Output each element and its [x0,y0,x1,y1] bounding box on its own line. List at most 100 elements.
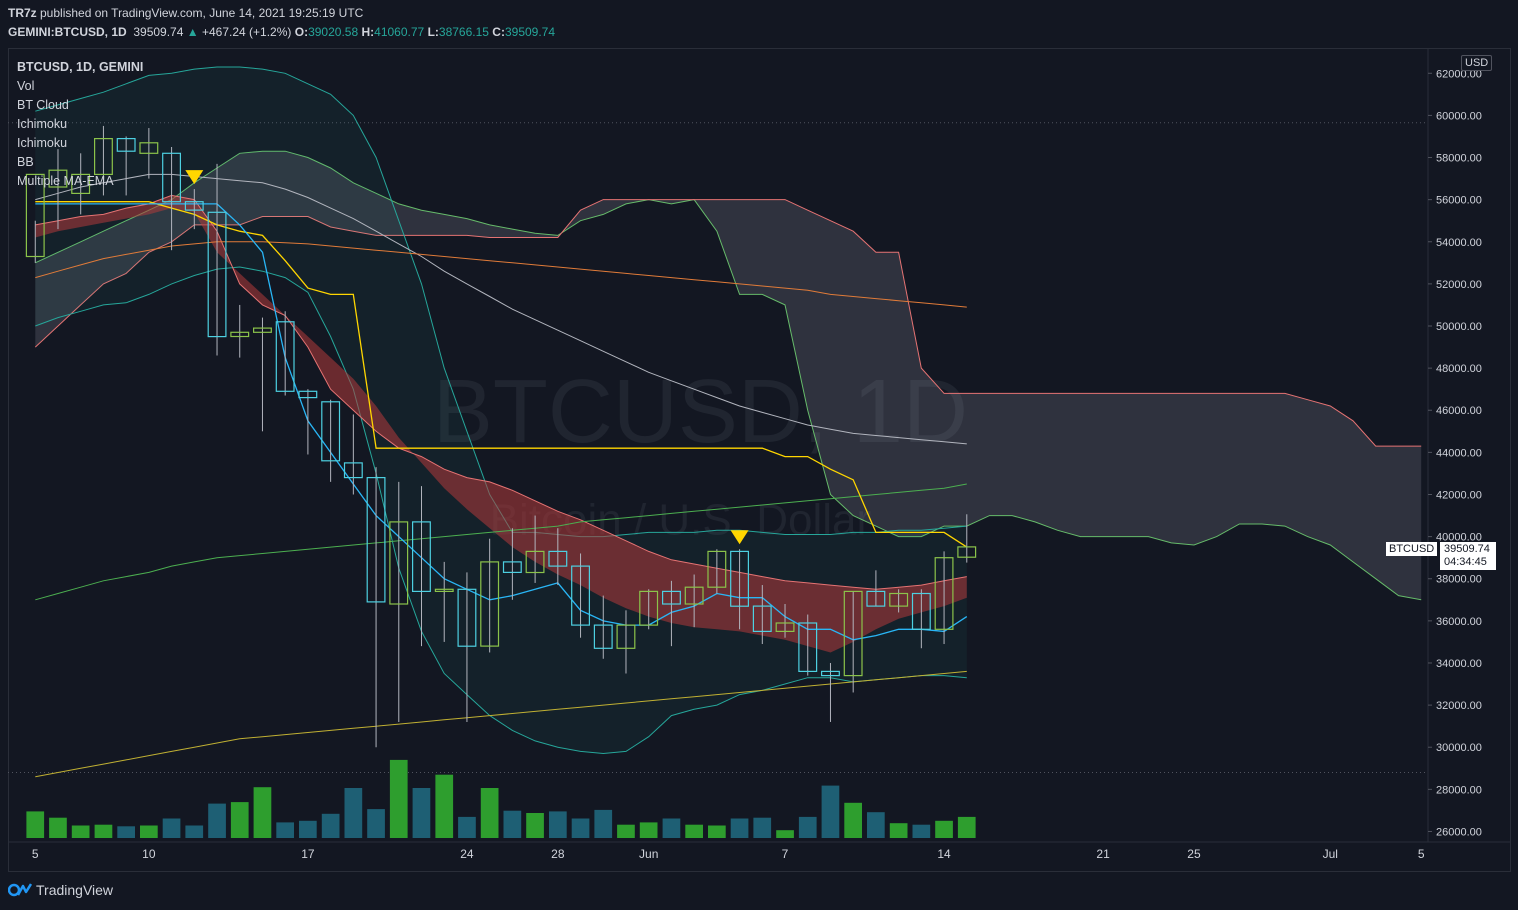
price-tick-label: 44000.00 [1436,447,1482,459]
legend-multiple-ma[interactable]: Multiple MA-EMA [17,172,143,191]
legend-vol[interactable]: Vol [17,77,143,96]
bar-countdown: 04:34:45 [1444,556,1487,568]
volume-bar [571,818,590,838]
price-tick-label: 46000.00 [1436,405,1482,417]
symbol-title[interactable]: GEMINI:BTCUSD, 1D [8,25,127,39]
volume-bar [617,824,635,838]
chart-header: TR7z published on TradingView.com, June … [0,0,1518,44]
tradingview-text: TradingView [36,882,114,898]
volume-bar [526,813,544,838]
volume-bar [299,820,317,838]
price-tick-label: 30000.00 [1436,742,1482,754]
time-tick-label: 5 [1418,847,1425,861]
price-tick-label: 26000.00 [1436,826,1482,838]
author[interactable]: TR7z [8,6,37,20]
volume-bar [253,787,272,838]
legend-symbol[interactable]: BTCUSD, 1D, GEMINI [17,58,143,77]
price-tick-label: 38000.00 [1436,574,1482,586]
volume-bar [321,813,340,838]
price-tick-label: 36000.00 [1436,616,1482,628]
volume-bar [230,802,249,838]
volume-bar [957,816,976,838]
low-value: 38766.15 [438,25,489,39]
close-label: C: [492,25,505,39]
volume-bar [49,817,67,838]
close-value: 39509.74 [504,25,556,39]
volume-bar [71,825,90,838]
footer-brand[interactable]: TradingView [8,880,113,900]
volume-bar [776,830,794,838]
last-price: 39509.74 [133,25,184,39]
time-tick-label: Jul [1323,847,1338,861]
price-tick-label: 50000.00 [1436,321,1482,333]
ohlc-line: GEMINI:BTCUSD, 1D 39509.74 ▲ +467.24 (+1… [8,25,555,39]
price-tick-label: 58000.00 [1436,153,1482,165]
time-tick-label: Jun [639,847,658,861]
tradingview-logo-icon [8,883,32,897]
volume-bar [435,774,454,838]
volume-bar [208,803,226,838]
price-tick-label: 54000.00 [1436,237,1482,249]
time-tick-label: 25 [1187,847,1201,861]
published-info: published on TradingView.com, June 14, 2… [36,6,364,20]
open-value: 39020.58 [308,25,359,39]
price-tick-label: 56000.00 [1436,195,1482,207]
price-tick-label: 60000.00 [1436,110,1482,122]
price-tick-label: 48000.00 [1436,363,1482,375]
volume-bar [594,809,613,838]
up-arrow-icon: ▲ [186,25,199,39]
volume-bar [185,825,204,838]
volume-bar [276,822,294,838]
volume-bar [412,788,431,838]
volume-bar [844,802,862,838]
volume-bar [549,811,567,838]
price-tick-label: 28000.00 [1436,784,1482,796]
current-price-tag: 39509.74 04:34:45 [1440,542,1496,570]
price-change: +467.24 (+1.2%) [201,25,292,39]
volume-bar [389,759,408,838]
time-tick-label: 5 [32,847,39,861]
currency-label[interactable]: USD [1461,55,1493,71]
volume-bar [26,811,45,838]
volume-bar [503,810,522,838]
volume-bar [821,785,840,838]
legend-bt-cloud[interactable]: BT Cloud [17,96,143,115]
volume-bar [140,825,158,838]
volume-bar [708,825,726,838]
volume-bar [685,824,703,838]
volume-bar [480,788,499,838]
high-value: 41060.77 [374,25,425,39]
volume-bar [639,822,658,838]
time-tick-label: 7 [782,847,789,861]
time-tick-label: 21 [1096,847,1110,861]
legend-ichimoku-2[interactable]: Ichimoku [17,134,143,153]
volume-bar [912,824,931,838]
volume-bar [94,824,113,838]
volume-bar [730,818,749,838]
volume-bar [798,816,817,838]
high-label: H: [361,25,375,39]
time-tick-label: 28 [551,847,565,861]
time-tick-label: 10 [142,847,156,861]
price-tick-label: 42000.00 [1436,489,1482,501]
price-tick-label: 32000.00 [1436,700,1482,712]
time-tick-label: 24 [460,847,474,861]
volume-bar [867,812,885,838]
open-label: O: [294,25,309,39]
legend-ichimoku-1[interactable]: Ichimoku [17,115,143,134]
publish-line: TR7z published on TradingView.com, June … [8,6,363,20]
indicator-legend: BTCUSD, 1D, GEMINI Vol BT Cloud Ichimoku… [17,58,143,191]
low-label: L: [427,25,439,39]
time-tick-label: 17 [301,847,315,861]
price-tick-label: 34000.00 [1436,658,1482,670]
price-chart[interactable]: BTCUSD, 1DBitcoin / U.S. Dollar26000.002… [8,48,1511,872]
legend-bb[interactable]: BB [17,153,143,172]
volume-bar [344,788,363,838]
volume-bar [117,826,135,838]
volume-bar [935,820,953,838]
time-tick-label: 14 [937,847,951,861]
volume-bar [753,817,772,838]
current-price: 39509.74 [1444,543,1490,555]
volume-bar [662,818,681,838]
volume-bar [367,809,385,838]
